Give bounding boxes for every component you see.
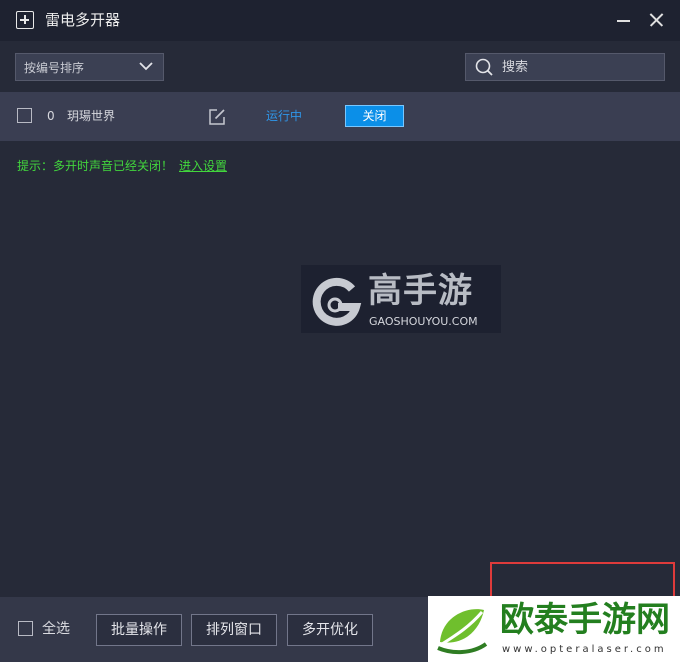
close-window-button[interactable] — [647, 10, 667, 30]
brand-name: 欧泰手游网 — [500, 600, 670, 640]
search-placeholder: 搜索 — [502, 60, 529, 75]
instance-checkbox[interactable] — [17, 108, 32, 123]
open-settings-link[interactable]: 进入设置 — [179, 158, 227, 174]
edit-icon[interactable] — [208, 108, 226, 126]
multi-instance-manager-window: 雷电多开器 按编号排序 搜索 0 玥瑒世界 运行中 关闭 提示：多开时声音已经关… — [0, 0, 680, 662]
select-all-label[interactable]: 全选 — [42, 621, 70, 638]
sound-disabled-hint: 提示：多开时声音已经关闭！ — [17, 159, 174, 173]
add-window-icon — [16, 11, 34, 29]
watermark-domain: GAOSHOUYOU.COM — [369, 315, 478, 328]
select-all-checkbox[interactable] — [18, 621, 33, 636]
gaoshouyou-logo-icon — [312, 277, 362, 326]
search-input[interactable]: 搜索 — [465, 53, 665, 81]
brand-domain: www.opteralaser.com — [502, 644, 667, 655]
search-icon — [475, 58, 493, 76]
close-instance-button[interactable]: 关闭 — [345, 105, 404, 127]
watermark-name: 高手游 — [368, 271, 473, 311]
chevron-down-icon — [139, 62, 153, 71]
instance-row: 0 玥瑒世界 运行中 关闭 — [0, 92, 680, 141]
window-title: 雷电多开器 — [45, 11, 121, 29]
instance-status: 运行中 — [266, 109, 303, 123]
title-bar[interactable]: 雷电多开器 — [0, 0, 680, 41]
multi-open-optimize-button[interactable]: 多开优化 — [287, 614, 373, 646]
minimize-button[interactable] — [614, 10, 634, 30]
batch-operation-button[interactable]: 批量操作 — [96, 614, 182, 646]
sort-dropdown[interactable]: 按编号排序 — [15, 53, 164, 81]
instance-name: 玥瑒世界 — [67, 109, 116, 123]
leaf-logo-icon — [437, 609, 488, 655]
watermark-gaoshouyou: 高手游 GAOSHOUYOU.COM — [301, 265, 501, 333]
arrange-windows-button[interactable]: 排列窗口 — [191, 614, 277, 646]
brand-watermark: 欧泰手游网 www.opteralaser.com — [428, 596, 680, 662]
sort-dropdown-label: 按编号排序 — [24, 61, 85, 75]
instance-index: 0 — [47, 109, 55, 123]
